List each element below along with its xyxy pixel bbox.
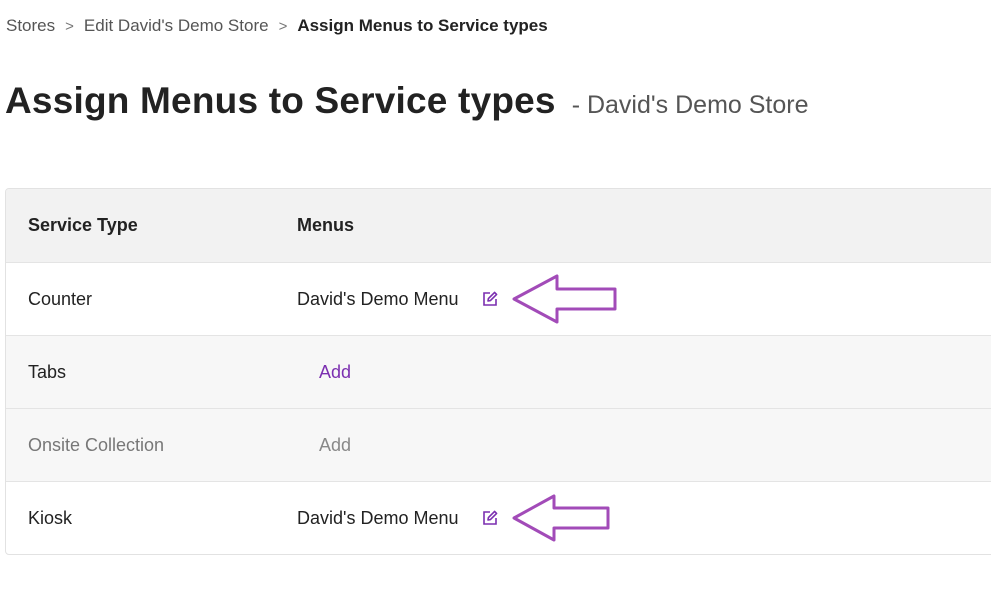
assigned-menu-name: David's Demo Menu	[297, 288, 459, 309]
menu-cell: Add	[319, 336, 351, 408]
column-header-service-type: Service Type	[28, 215, 138, 235]
table-row-onsite-collection: Onsite Collection Add	[6, 408, 991, 481]
breadcrumb-edit-store-link[interactable]: Edit David's Demo Store	[84, 16, 269, 36]
breadcrumb-stores-link[interactable]: Stores	[6, 16, 55, 36]
add-menu-link-disabled: Add	[319, 434, 352, 455]
menu-cell: Add	[319, 409, 351, 481]
add-menu-link[interactable]: Add	[319, 362, 351, 383]
breadcrumb-separator: >	[278, 17, 288, 35]
breadcrumb: Stores > Edit David's Demo Store > Assig…	[6, 16, 548, 36]
table-row-counter: Counter David's Demo Menu	[6, 262, 991, 335]
service-type-name: Kiosk	[28, 507, 73, 528]
edit-pencil-icon[interactable]	[481, 290, 499, 308]
assigned-menu-name: David's Demo Menu	[297, 507, 459, 528]
edit-pencil-icon[interactable]	[481, 509, 499, 527]
table-header-row: Service Type Menus	[6, 189, 991, 262]
table-row-tabs: Tabs Add	[6, 335, 991, 408]
service-type-name: Onsite Collection	[28, 434, 165, 455]
service-type-name: Tabs	[28, 361, 67, 382]
breadcrumb-separator: >	[65, 17, 74, 35]
page-title: Assign Menus to Service types	[5, 80, 556, 121]
page: Stores > Edit David's Demo Store > Assig…	[0, 0, 991, 593]
menu-cell: David's Demo Menu	[297, 263, 499, 335]
column-header-menus: Menus	[297, 215, 355, 235]
annotation-arrow-icon	[511, 482, 611, 554]
page-subtitle: - David's Demo Store	[571, 91, 809, 119]
service-type-name: Counter	[28, 288, 93, 309]
annotation-arrow-icon	[511, 263, 619, 335]
page-title-row: Assign Menus to Service types - David's …	[5, 80, 809, 122]
table-row-kiosk: Kiosk David's Demo Menu	[6, 481, 991, 554]
menu-cell: David's Demo Menu	[297, 482, 499, 554]
service-types-table: Service Type Menus Counter David's Demo …	[5, 188, 991, 555]
breadcrumb-current: Assign Menus to Service types	[297, 16, 548, 35]
